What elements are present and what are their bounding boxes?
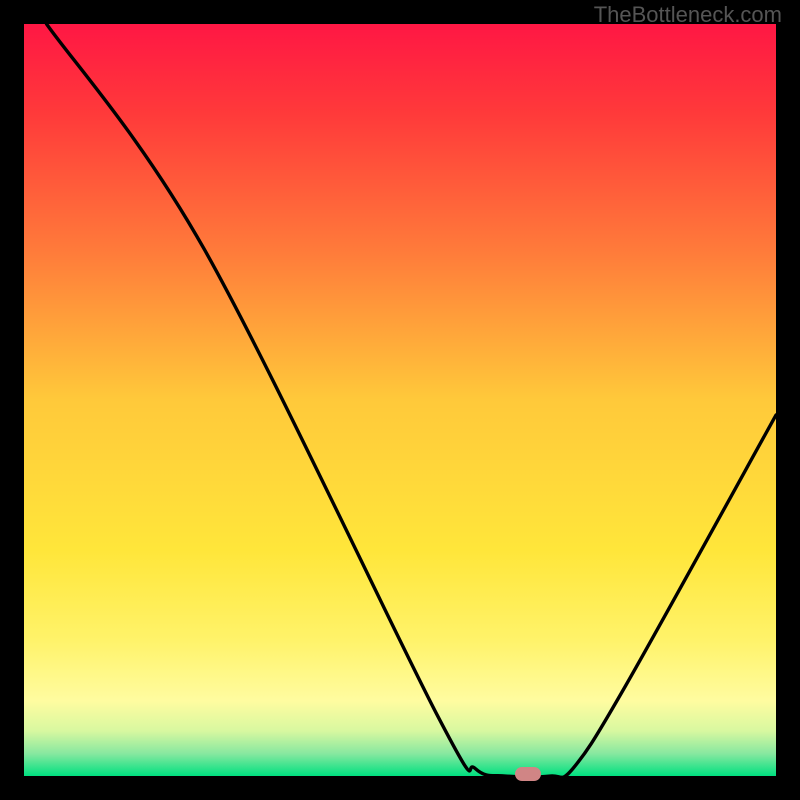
plot-area <box>24 24 776 776</box>
bottleneck-curve <box>24 24 776 776</box>
optimal-marker <box>515 767 541 781</box>
watermark-text: TheBottleneck.com <box>594 2 782 28</box>
